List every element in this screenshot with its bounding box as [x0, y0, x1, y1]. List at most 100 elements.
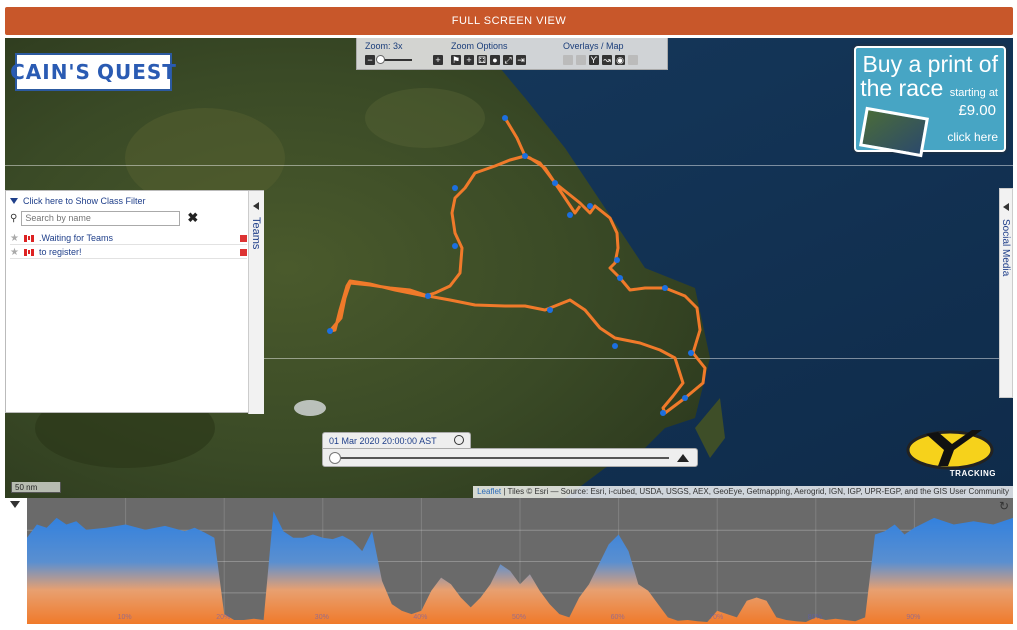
map-scale: 50 nm: [11, 482, 61, 493]
team-status-box: [240, 249, 247, 256]
zoom-slider-knob[interactable]: [376, 55, 385, 64]
y-tick-label: 1414: [8, 526, 24, 534]
grid-overlay-icon[interactable]: [563, 55, 573, 65]
reset-zoom-icon[interactable]: ↻: [999, 499, 1009, 513]
x-tick-label: 90%: [906, 614, 921, 621]
waypoint-marker[interactable]: [612, 343, 618, 349]
waypoint-marker[interactable]: [452, 243, 458, 249]
canada-flag-icon: [23, 234, 34, 242]
y-tick-label: 469: [8, 588, 20, 596]
waypoint-marker[interactable]: [547, 307, 553, 313]
zoom-plus-box-icon[interactable]: +: [464, 55, 474, 65]
x-tick-label: 30%: [314, 614, 329, 621]
teams-tab[interactable]: Teams: [248, 191, 264, 414]
blank-layer-icon[interactable]: [628, 55, 638, 65]
x-tick-label: 60%: [610, 614, 625, 621]
waypoint-marker[interactable]: [567, 212, 573, 218]
flag-icon[interactable]: ⚑: [451, 55, 461, 65]
full-screen-button[interactable]: FULL SCREEN VIEW: [5, 7, 1013, 35]
team-status-box: [240, 235, 247, 242]
elevation-chart-svg: [27, 498, 1013, 624]
waypoint-marker[interactable]: [688, 350, 694, 356]
print-ad-line2: the race: [860, 75, 944, 101]
waypoint-marker[interactable]: [522, 153, 528, 159]
x-tick-label: 80%: [807, 614, 822, 621]
waypoint-marker[interactable]: [617, 275, 623, 281]
waypoint-marker[interactable]: [682, 395, 688, 401]
class-filter-label: Click here to Show Class Filter: [23, 196, 146, 206]
team-row[interactable]: ★ to register!: [10, 246, 247, 259]
team-row[interactable]: ★ .Waiting for Teams: [10, 232, 247, 245]
zoom-slider[interactable]: [376, 55, 412, 64]
leaflet-link[interactable]: Leaflet: [477, 487, 501, 496]
globe-overlay-icon[interactable]: [576, 55, 586, 65]
collapse-chart-icon[interactable]: [10, 501, 20, 508]
social-media-tab-label: Social Media: [1000, 219, 1011, 277]
y-tick-label: 942: [8, 557, 20, 565]
clock-icon[interactable]: [454, 435, 464, 445]
waypoint-marker[interactable]: [502, 115, 508, 121]
current-datetime: 01 Mar 2020 20:00:00 AST: [329, 435, 437, 446]
play-icon[interactable]: [677, 454, 689, 462]
teams-tab-label: Teams: [250, 217, 262, 250]
route-path: [328, 117, 707, 415]
attribution-text: | Tiles © Esri — Source: Esri, i-cubed, …: [501, 487, 1009, 496]
star-icon[interactable]: ★: [10, 233, 19, 244]
time-slider-track[interactable]: [333, 457, 669, 459]
x-tick-label: 70%: [709, 614, 724, 621]
route-icon[interactable]: ↝: [602, 55, 612, 65]
star-icon[interactable]: ★: [10, 247, 19, 258]
waypoint-marker[interactable]: [660, 410, 666, 416]
group-icon[interactable]: ●: [490, 55, 500, 65]
elevation-chart[interactable]: ↻ 1414 942 469 10% 20% 30% 40% 50% 60% 70% 80% 90%: [5, 498, 1013, 624]
arrow-left-icon: [253, 202, 259, 210]
canada-flag-icon: [23, 248, 34, 256]
team-search-input[interactable]: [21, 210, 181, 226]
social-media-tab[interactable]: Social Media: [999, 188, 1013, 398]
globe-icon[interactable]: ◉: [615, 55, 625, 65]
map[interactable]: CAIN'S QUEST Zoom: 3x − + Zoom Options ⚑…: [5, 38, 1013, 498]
waypoint-marker[interactable]: [587, 203, 593, 209]
zoom-level-label: Zoom: 3x: [365, 41, 403, 51]
waypoint-marker[interactable]: [425, 293, 431, 299]
map-controls-panel: Zoom: 3x − + Zoom Options ⚑ + ⚃ ● ⤢ ⇥ Ov…: [356, 38, 668, 70]
waypoint-marker[interactable]: [452, 185, 458, 191]
waypoint-marker[interactable]: [327, 328, 333, 334]
print-ad-starting: starting at: [949, 87, 998, 99]
waypoint-marker[interactable]: [614, 257, 620, 263]
logo-text-right: QUEST: [96, 60, 177, 84]
time-display: 01 Mar 2020 20:00:00 AST: [322, 432, 471, 448]
fit-icon[interactable]: ⇥: [516, 55, 526, 65]
time-slider-knob[interactable]: [329, 452, 341, 464]
class-filter-toggle[interactable]: Click here to Show Class Filter: [10, 196, 146, 206]
waypoint-marker[interactable]: [552, 180, 558, 186]
team-name: to register!: [38, 247, 82, 257]
print-ad[interactable]: Buy a print of the race starting at £9.0…: [854, 46, 1006, 158]
zoom-out-button[interactable]: −: [365, 55, 375, 65]
expand-icon[interactable]: ⤢: [503, 55, 513, 65]
zoom-options-label: Zoom Options: [451, 41, 508, 51]
waypoint-marker[interactable]: [662, 285, 668, 291]
print-thumbnail: [859, 106, 929, 158]
x-tick-label: 40%: [413, 614, 428, 621]
map-attribution: Leaflet | Tiles © Esri — Source: Esri, i…: [473, 486, 1013, 498]
x-tick-label: 20%: [216, 614, 231, 621]
arrow-left-icon: [1003, 203, 1009, 211]
yb-tracking-logo[interactable]: TRACKING: [902, 420, 1002, 480]
print-ad-line1: Buy a print of: [862, 51, 998, 77]
overlays-label: Overlays / Map: [563, 41, 624, 51]
wind-icon[interactable]: ϒ: [589, 55, 599, 65]
clear-search-icon[interactable]: ✖: [187, 210, 198, 226]
event-logo[interactable]: CAIN'S QUEST: [10, 53, 176, 91]
teams-panel: Click here to Show Class Filter ⚲ ✖ ★ .W…: [5, 190, 264, 414]
time-slider[interactable]: [322, 448, 698, 467]
dice-icon[interactable]: ⚃: [477, 55, 487, 65]
print-ad-click[interactable]: click here: [947, 130, 998, 144]
zoom-in-button[interactable]: +: [433, 55, 443, 65]
print-ad-price: £9.00: [958, 102, 996, 119]
print-ad-headline: Buy a print of the race starting at: [860, 52, 998, 105]
search-icon: ⚲: [10, 212, 18, 224]
app-root: FULL SCREEN VIEW CAIN'S QUEST Zoom: 3x −…: [0, 0, 1017, 630]
x-tick-label: 10%: [117, 614, 132, 621]
triangle-down-icon: [10, 198, 18, 204]
